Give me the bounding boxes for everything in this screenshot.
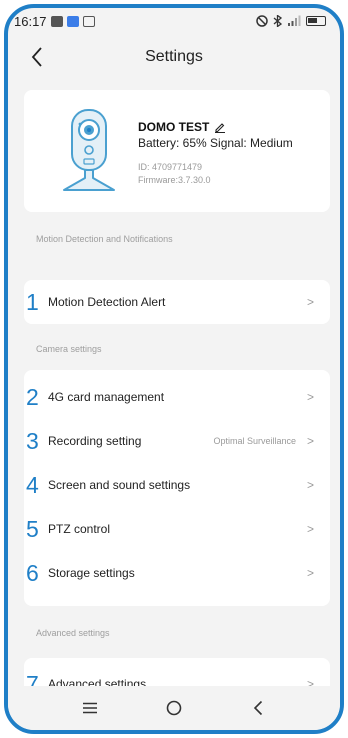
camera-device-icon: [63, 109, 115, 191]
signal-icon: [288, 15, 301, 26]
app-notification-icon: [66, 15, 79, 27]
settings-row-recording-setting[interactable]: 3 Recording setting Optimal Surveillance…: [24, 419, 330, 463]
back-button[interactable]: [22, 42, 52, 72]
device-name-row: DOMO TEST: [138, 120, 226, 134]
settings-row-screen-and-sound[interactable]: 4 Screen and sound settings >: [24, 463, 330, 507]
chevron-right-icon: >: [306, 295, 314, 309]
device-card[interactable]: DOMO TEST Battery: 65% Signal: Medium ID…: [24, 90, 330, 212]
app-notification-icon: [50, 15, 63, 27]
section-header-camera: Camera settings: [36, 344, 102, 354]
back-arrow-icon: [31, 47, 42, 67]
row-label: Recording setting: [48, 434, 142, 448]
callout-number: 2: [26, 383, 39, 410]
motion-settings-card: 1 Motion Detection Alert >: [24, 280, 330, 324]
camera-settings-card: 2 4G card management > 3 Recording setti…: [24, 370, 330, 606]
row-label: Screen and sound settings: [48, 478, 191, 492]
home-circle-icon: [166, 700, 182, 716]
device-firmware: Firmware:3.7.30.0: [138, 175, 211, 185]
menu-icon: [83, 702, 97, 714]
chevron-right-icon: >: [306, 522, 314, 536]
settings-row-motion-detection-alert[interactable]: 1 Motion Detection Alert >: [24, 280, 330, 324]
callout-number: 1: [26, 288, 39, 315]
device-status: Battery: 65% Signal: Medium: [138, 136, 293, 150]
callout-number: 6: [26, 559, 39, 586]
callout-number: 5: [26, 515, 39, 542]
settings-row-storage-settings[interactable]: 6 Storage settings >: [24, 551, 330, 595]
page-title: Settings: [145, 48, 203, 65]
bluetooth-icon: [273, 15, 282, 27]
back-triangle-icon: [253, 700, 263, 716]
row-label: 4G card management: [48, 390, 165, 404]
system-nav-bar: [8, 686, 340, 730]
chevron-right-icon: >: [306, 566, 314, 580]
nfc-icon: [256, 15, 268, 27]
chevron-right-icon: >: [306, 478, 314, 492]
row-label: Storage settings: [48, 566, 135, 580]
settings-row-ptz-control[interactable]: 5 PTZ control >: [24, 507, 330, 551]
nav-menu-button[interactable]: [70, 693, 110, 723]
callout-number: 4: [26, 471, 39, 498]
phone-frame: 16:17 Settings DOMO TEST Battery: 65% Si…: [4, 4, 344, 734]
device-id: ID: 4709771479: [138, 162, 203, 172]
battery-icon: [306, 16, 326, 26]
callout-number: 3: [26, 427, 39, 454]
message-notification-icon: [82, 15, 95, 27]
section-header-motion: Motion Detection and Notifications: [36, 234, 173, 244]
status-time: 16:17: [14, 13, 47, 29]
section-header-advanced: Advanced settings: [36, 628, 110, 638]
pencil-icon[interactable]: [214, 121, 226, 133]
app-bar: Settings: [8, 34, 340, 80]
chevron-right-icon: >: [306, 390, 314, 404]
status-left: 16:17: [14, 14, 95, 29]
nav-back-button[interactable]: [238, 693, 278, 723]
settings-row-4g-card-management[interactable]: 2 4G card management >: [24, 375, 330, 419]
row-label: PTZ control: [48, 522, 111, 536]
device-name: DOMO TEST: [138, 120, 210, 134]
status-bar: 16:17: [8, 8, 340, 34]
row-label: Motion Detection Alert: [48, 295, 166, 309]
chevron-right-icon: >: [306, 434, 314, 448]
status-right: [256, 15, 326, 27]
nav-home-button[interactable]: [154, 693, 194, 723]
row-value: Optimal Surveillance: [213, 436, 296, 446]
